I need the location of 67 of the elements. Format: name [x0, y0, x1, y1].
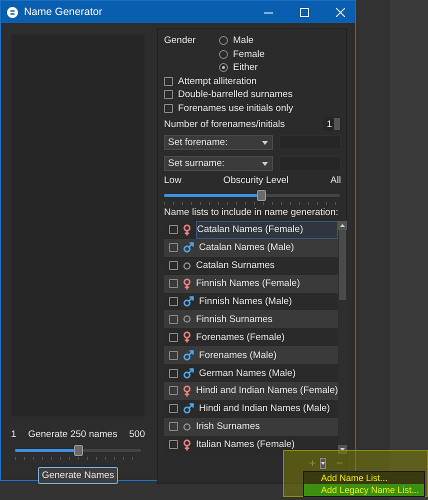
window-title: Name Generator	[24, 6, 104, 18]
menu-item[interactable]: Add Name List...	[304, 472, 424, 484]
male-symbol-icon	[183, 368, 194, 379]
checkbox[interactable]	[169, 440, 178, 450]
checkbox[interactable]	[169, 422, 178, 432]
circle-icon	[183, 422, 191, 431]
checkbox[interactable]	[169, 314, 178, 324]
forename-dropdown[interactable]: Set forename:	[164, 135, 273, 150]
checkbox-label: Attempt alliteration	[178, 76, 257, 87]
female-symbol-icon	[183, 331, 191, 344]
female-symbol-icon	[183, 224, 191, 236]
radio-label: Female	[233, 48, 265, 60]
radio-label: Either	[233, 62, 258, 74]
checkbox[interactable]	[169, 332, 178, 342]
checkbox-label: Double-barrelled surnames	[178, 89, 293, 100]
forename-count-spinbox[interactable]: 1	[322, 117, 341, 131]
radio-button[interactable]	[219, 63, 228, 72]
name-list-item[interactable]: Catalan Names (Female)	[196, 220, 338, 239]
female-symbol-icon	[183, 384, 191, 397]
checkbox[interactable]	[169, 350, 178, 360]
male-symbol-icon	[183, 296, 194, 307]
male-symbol-icon	[183, 242, 194, 254]
checkbox[interactable]	[164, 90, 173, 100]
checkbox[interactable]	[169, 261, 178, 270]
male-symbol-icon	[183, 403, 194, 414]
slider-max-label: 500	[129, 429, 145, 440]
circle-icon	[183, 262, 191, 270]
radio-button[interactable]	[219, 50, 228, 59]
scrollbar-thumb[interactable]	[339, 230, 346, 300]
checkbox[interactable]	[169, 386, 178, 396]
name-count-label: Generate 250 names	[28, 429, 118, 440]
caret-icon	[262, 140, 268, 144]
checkbox[interactable]	[169, 297, 178, 306]
caret-icon	[262, 162, 268, 166]
female-symbol-icon	[183, 438, 191, 451]
name-lists-label: Name lists to include in name generation:	[164, 207, 340, 218]
checkbox[interactable]	[169, 225, 178, 234]
name-count-slider[interactable]	[15, 443, 141, 459]
slider-min-label: 1	[11, 429, 16, 440]
checkbox-label: Forenames use initials only	[178, 102, 294, 114]
circle-icon	[183, 315, 191, 324]
forename-count-label: Number of forenames/initials	[164, 118, 285, 130]
obscurity-label: Obscurity Level	[223, 175, 289, 186]
obscurity-slider[interactable]	[164, 188, 340, 204]
male-symbol-icon	[183, 350, 194, 361]
close-icon	[336, 8, 344, 16]
checkbox[interactable]	[169, 279, 178, 288]
radio-label: Male	[233, 35, 254, 46]
all-label: All	[330, 175, 341, 186]
gender-label: Gender	[164, 34, 197, 48]
checkbox[interactable]	[164, 104, 173, 113]
checkbox[interactable]	[169, 368, 178, 378]
radio-button[interactable]	[219, 36, 228, 46]
checkbox[interactable]	[164, 76, 173, 86]
female-symbol-icon	[183, 278, 191, 290]
up-arrow-icon	[340, 224, 346, 227]
scrollbar[interactable]	[338, 221, 348, 454]
caret-icon	[321, 462, 326, 464]
low-label: Low	[164, 175, 182, 186]
checkbox[interactable]	[169, 404, 178, 414]
app-icon	[7, 6, 18, 18]
generate-names-button[interactable]: Generate Names	[38, 467, 118, 484]
surname-dropdown[interactable]: Set surname:	[164, 156, 273, 171]
add-menu-button[interactable]	[320, 458, 326, 468]
down-arrow-icon	[340, 448, 346, 451]
checkbox[interactable]	[169, 243, 178, 252]
maximize-icon	[300, 8, 308, 16]
